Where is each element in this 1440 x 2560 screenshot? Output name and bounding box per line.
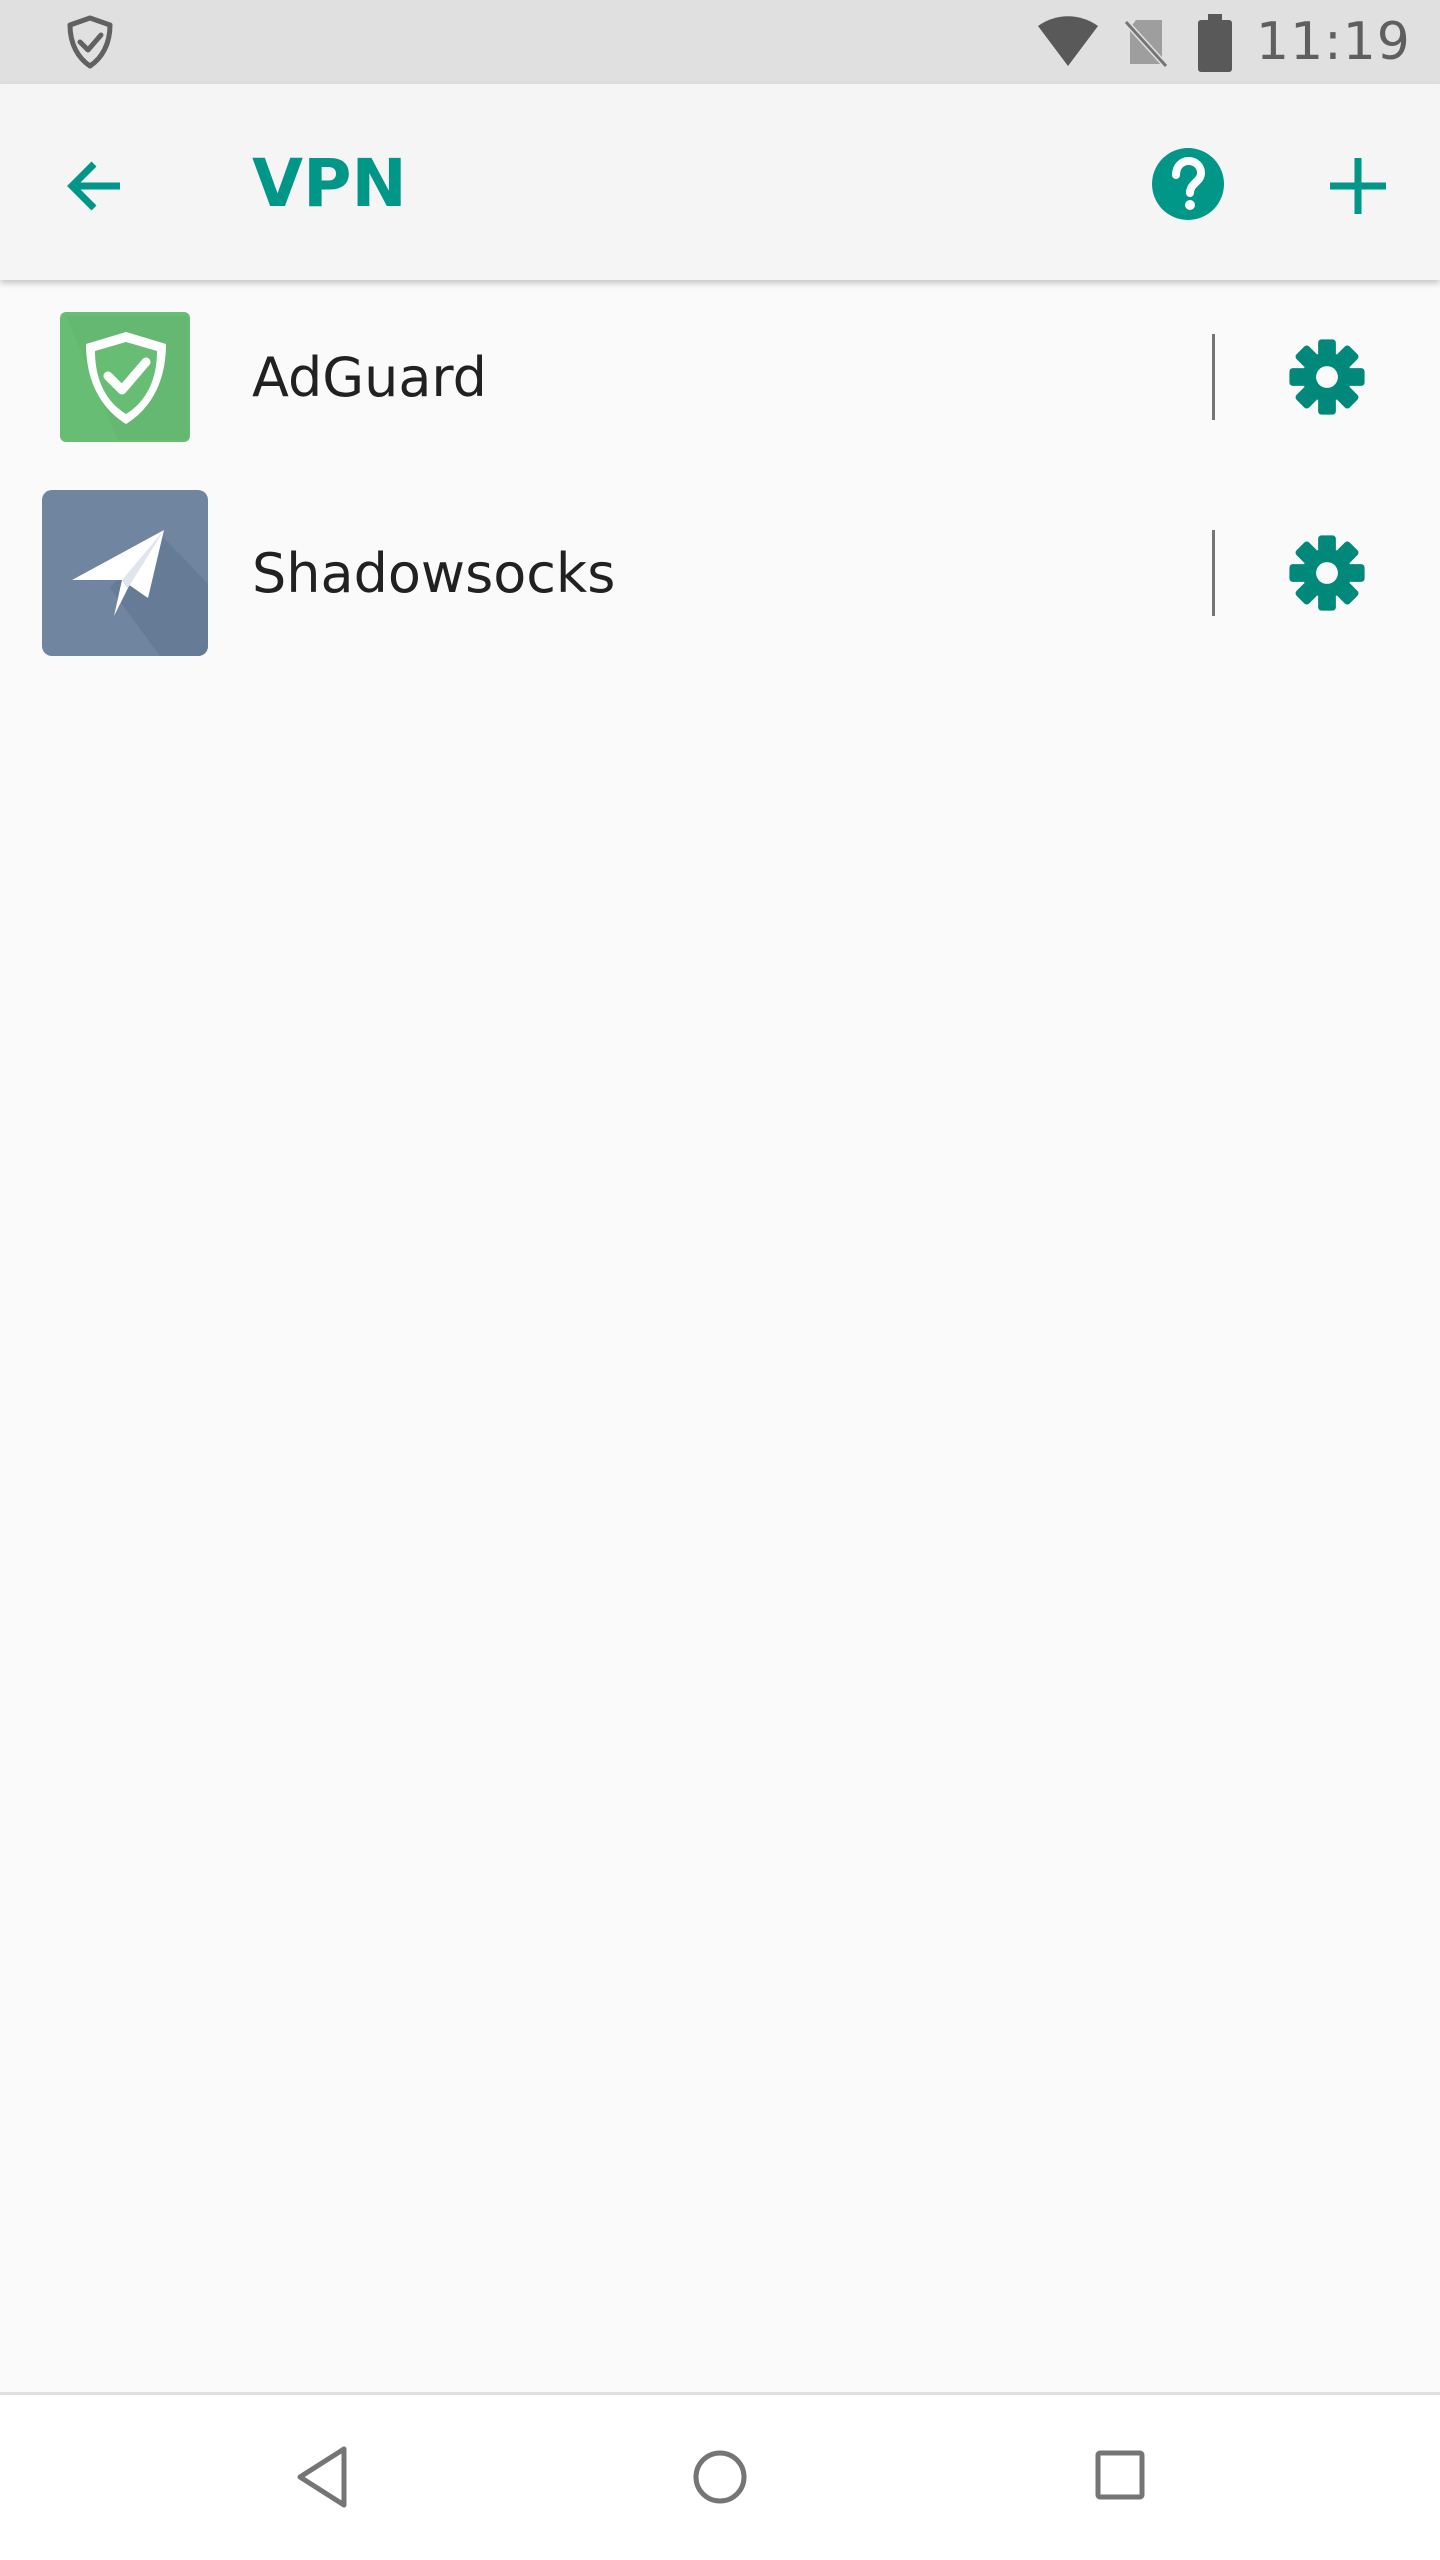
status-time: 11:19: [1256, 12, 1411, 72]
vpn-item-shadowsocks[interactable]: Shadowsocks: [0, 476, 1440, 672]
navigation-bar: [0, 2392, 1440, 2560]
adguard-app-icon: [60, 312, 190, 442]
row-divider: [1212, 334, 1215, 420]
arrow-left-icon[interactable]: [56, 146, 136, 226]
back-triangle-icon[interactable]: [290, 2437, 354, 2517]
vpn-name-shadowsocks: Shadowsocks: [252, 542, 616, 605]
page-title: VPN: [252, 145, 407, 222]
no-sim-icon: [1123, 19, 1169, 69]
vpn-settings-screen: 11:19 VPN AdGuard Shadowsocks: [0, 0, 1440, 2560]
plus-icon[interactable]: [1318, 146, 1398, 226]
vpn-item-adguard[interactable]: AdGuard: [0, 280, 1440, 476]
vpn-list: AdGuard Shadowsocks: [0, 280, 1440, 672]
vpn-name-adguard: AdGuard: [252, 346, 487, 409]
app-bar: VPN: [0, 84, 1440, 280]
wifi-icon: [1038, 16, 1098, 66]
shadowsocks-app-icon: [42, 490, 208, 656]
home-circle-icon[interactable]: [690, 2437, 750, 2517]
recents-square-icon[interactable]: [1092, 2447, 1148, 2503]
status-bar: 11:19: [0, 0, 1440, 84]
gear-icon[interactable]: [1286, 336, 1368, 418]
row-divider: [1212, 530, 1215, 616]
gear-icon[interactable]: [1286, 532, 1368, 614]
battery-icon: [1198, 14, 1232, 72]
adguard-shield-icon: [67, 15, 113, 69]
help-icon[interactable]: [1150, 146, 1226, 222]
